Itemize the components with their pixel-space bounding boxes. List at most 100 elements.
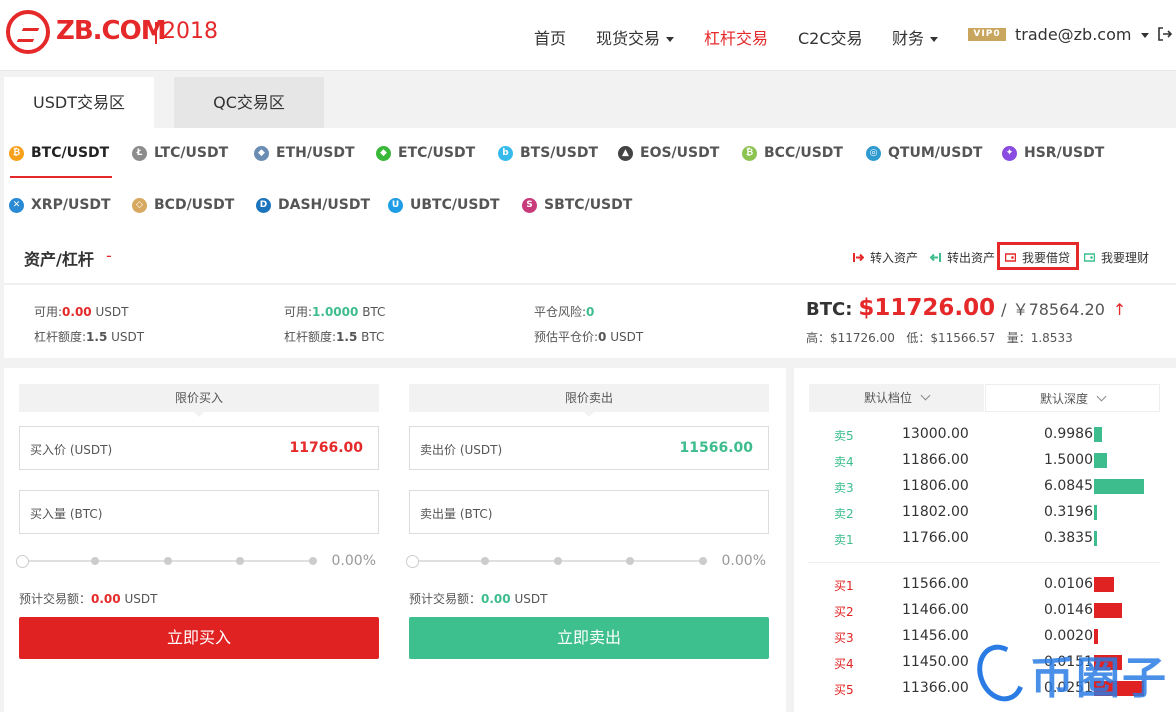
loan-label: 我要借贷	[1022, 251, 1071, 265]
bid-level-label: 买4	[834, 657, 854, 671]
tab-qc-market[interactable]: QC交易区	[174, 77, 324, 128]
bid-row[interactable]: 买2 11466.00 0.0146	[794, 598, 1176, 624]
pair-ltc-usdt[interactable]: Ł LTC/USDT	[132, 145, 228, 161]
pair-eos-usdt[interactable]: ▲ EOS/USDT	[618, 145, 719, 161]
logout-icon[interactable]	[1158, 27, 1172, 41]
pair-label: EOS/USDT	[640, 145, 720, 161]
transfer-in-label: 转入资产	[870, 251, 919, 265]
tab-usdt-market[interactable]: USDT交易区	[4, 77, 154, 128]
sell-now-button[interactable]: 立即卖出	[409, 617, 769, 659]
ticker-low: 低：$11566.57	[906, 331, 996, 345]
ask-depth-bar	[1094, 531, 1097, 546]
pair-etc-usdt[interactable]: ◆ ETC/USDT	[376, 145, 475, 161]
ask-row[interactable]: 卖1 11766.00 0.3835	[794, 526, 1176, 552]
ask-row[interactable]: 卖2 11802.00 0.3196	[794, 500, 1176, 526]
pair-hsr-usdt[interactable]: ✦ HSR/USDT	[1002, 145, 1104, 161]
sell-price-label: 卖出价 (USDT)	[420, 443, 503, 457]
ask-level-label: 卖2	[834, 507, 854, 521]
pair-xrp-usdt[interactable]: ✕ XRP/USDT	[9, 197, 111, 213]
trading-pairs: ₿ BTC/USDT Ł LTC/USDT ◆ ETH/USDT ◆ ETC/USDT …	[4, 128, 1176, 232]
sell-percent-slider[interactable]: 0.00%	[406, 551, 766, 571]
pair-qtum-usdt[interactable]: ◎ QTUM/USDT	[866, 145, 983, 161]
buy-amount-field[interactable]: 买入量 (BTC)	[19, 490, 379, 534]
super-bitcoin-icon: S	[522, 197, 537, 213]
hshare-icon: ✦	[1002, 145, 1017, 161]
slider-step[interactable]	[554, 557, 562, 565]
nav-home[interactable]: 首页	[534, 25, 566, 49]
slider-step[interactable]	[699, 557, 707, 565]
buy-header: 限价买入	[19, 384, 379, 417]
user-menu[interactable]: trade@zb.com	[1015, 25, 1150, 44]
pair-btc-usdt[interactable]: ₿ BTC/USDT	[9, 145, 109, 161]
buy-percent-slider[interactable]: 0.00%	[16, 551, 376, 571]
sell-price-value: 11566.00	[679, 440, 753, 456]
depth-selector[interactable]: 默认深度	[985, 384, 1160, 412]
pair-dash-usdt[interactable]: D DASH/USDT	[256, 197, 370, 213]
finance-button[interactable]: 我要理财	[1084, 249, 1149, 266]
transfer-out-button[interactable]: 转出资产	[930, 249, 995, 266]
ticker-separator: /	[1001, 300, 1007, 319]
buy-price-field[interactable]: 买入价 (USDT) 11766.00	[19, 426, 379, 470]
slider-step[interactable]	[626, 557, 634, 565]
pair-ubtc-usdt[interactable]: U UBTC/USDT	[388, 197, 500, 213]
btc-available: 可用:1.0000 BTC	[284, 305, 386, 319]
ticker-hilo: 高：$11726.00 低：$11566.57 量：1.8533	[806, 329, 1073, 346]
pair-label: ETC/USDT	[398, 145, 476, 161]
nav-finance[interactable]: 财务	[892, 25, 939, 49]
bitcoin-cash-icon: ₿	[742, 145, 757, 161]
slider-step[interactable]	[236, 557, 244, 565]
bid-row[interactable]: 买1 11566.00 0.0106	[794, 572, 1176, 598]
slider-step[interactable]	[309, 557, 317, 565]
bid-level-label: 买3	[834, 631, 854, 645]
loan-button[interactable]: 我要借贷	[1005, 249, 1070, 266]
pair-eth-usdt[interactable]: ◆ ETH/USDT	[254, 145, 355, 161]
ask-row[interactable]: 卖5 13000.00 0.9986	[794, 422, 1176, 448]
pair-sbtc-usdt[interactable]: S SBTC/USDT	[522, 197, 632, 213]
ask-price: 13000.00	[902, 426, 969, 442]
sell-amount-field[interactable]: 卖出量 (BTC)	[409, 490, 769, 534]
caret-down-icon	[1141, 33, 1150, 38]
pair-label: BTC/USDT	[31, 145, 110, 161]
bid-price: 11566.00	[902, 576, 969, 592]
nav-margin-trading[interactable]: 杠杆交易	[704, 25, 768, 49]
tick-size-selector[interactable]: 默认档位	[809, 384, 984, 412]
ticker-price: BTC: $11726.00 / ￥78564.20 ↑	[806, 295, 1126, 321]
caret-down-icon	[930, 37, 939, 42]
ticker-volume: 量：1.8533	[1006, 331, 1073, 345]
pair-bts-usdt[interactable]: b BTS/USDT	[498, 145, 598, 161]
nav-c2c[interactable]: C2C交易	[798, 25, 863, 49]
buy-now-button[interactable]: 立即买入	[19, 617, 379, 659]
finance-icon	[1084, 253, 1095, 262]
account-stats: 可用:0.00 USDT 杠杆额度:1.5 USDT 可用:1.0000 BTC…	[4, 285, 1176, 358]
pair-bcd-usdt[interactable]: ◇ BCD/USDT	[132, 197, 234, 213]
pair-label: BCC/USDT	[764, 145, 843, 161]
pair-label: HSR/USDT	[1024, 145, 1105, 161]
user-email: trade@zb.com	[1015, 25, 1132, 44]
united-bitcoin-icon: U	[388, 197, 403, 213]
tick-size-label: 默认档位	[863, 391, 912, 405]
active-pair-underline	[10, 176, 112, 178]
sell-price-field[interactable]: 卖出价 (USDT) 11566.00	[409, 426, 769, 470]
ask-row[interactable]: 卖3 11806.00 6.0845	[794, 474, 1176, 500]
pair-label: QTUM/USDT	[888, 145, 983, 161]
liquidation-price: 预估平仓价:0 USDT	[534, 330, 644, 344]
transfer-out-label: 转出资产	[947, 251, 996, 265]
slider-handle[interactable]	[16, 555, 29, 568]
slider-step[interactable]	[164, 557, 172, 565]
buy-amount-placeholder: 买入量 (BTC)	[30, 507, 103, 521]
pair-label: BTS/USDT	[520, 145, 599, 161]
ask-row[interactable]: 卖4 11866.00 1.5000	[794, 448, 1176, 474]
ask-level-label: 卖1	[834, 533, 854, 547]
btc-leverage: 杠杆额度:1.5 BTC	[284, 330, 385, 344]
slider-step[interactable]	[481, 557, 489, 565]
bid-price: 11466.00	[902, 602, 969, 618]
nav-spot-trading[interactable]: 现货交易	[596, 25, 675, 49]
slider-step[interactable]	[91, 557, 99, 565]
transfer-in-button[interactable]: 转入资产	[853, 249, 918, 266]
asset-header: 资产/杠杆 - 转入资产 转出资产 我要借贷 我要理财	[4, 232, 1176, 284]
pair-bcc-usdt[interactable]: ₿ BCC/USDT	[742, 145, 843, 161]
slider-handle[interactable]	[406, 555, 419, 568]
zb-logo-icon[interactable]	[6, 10, 50, 54]
logo-text[interactable]: ZB.COM	[56, 16, 167, 46]
ask-amount: 0.3835	[1044, 530, 1093, 546]
